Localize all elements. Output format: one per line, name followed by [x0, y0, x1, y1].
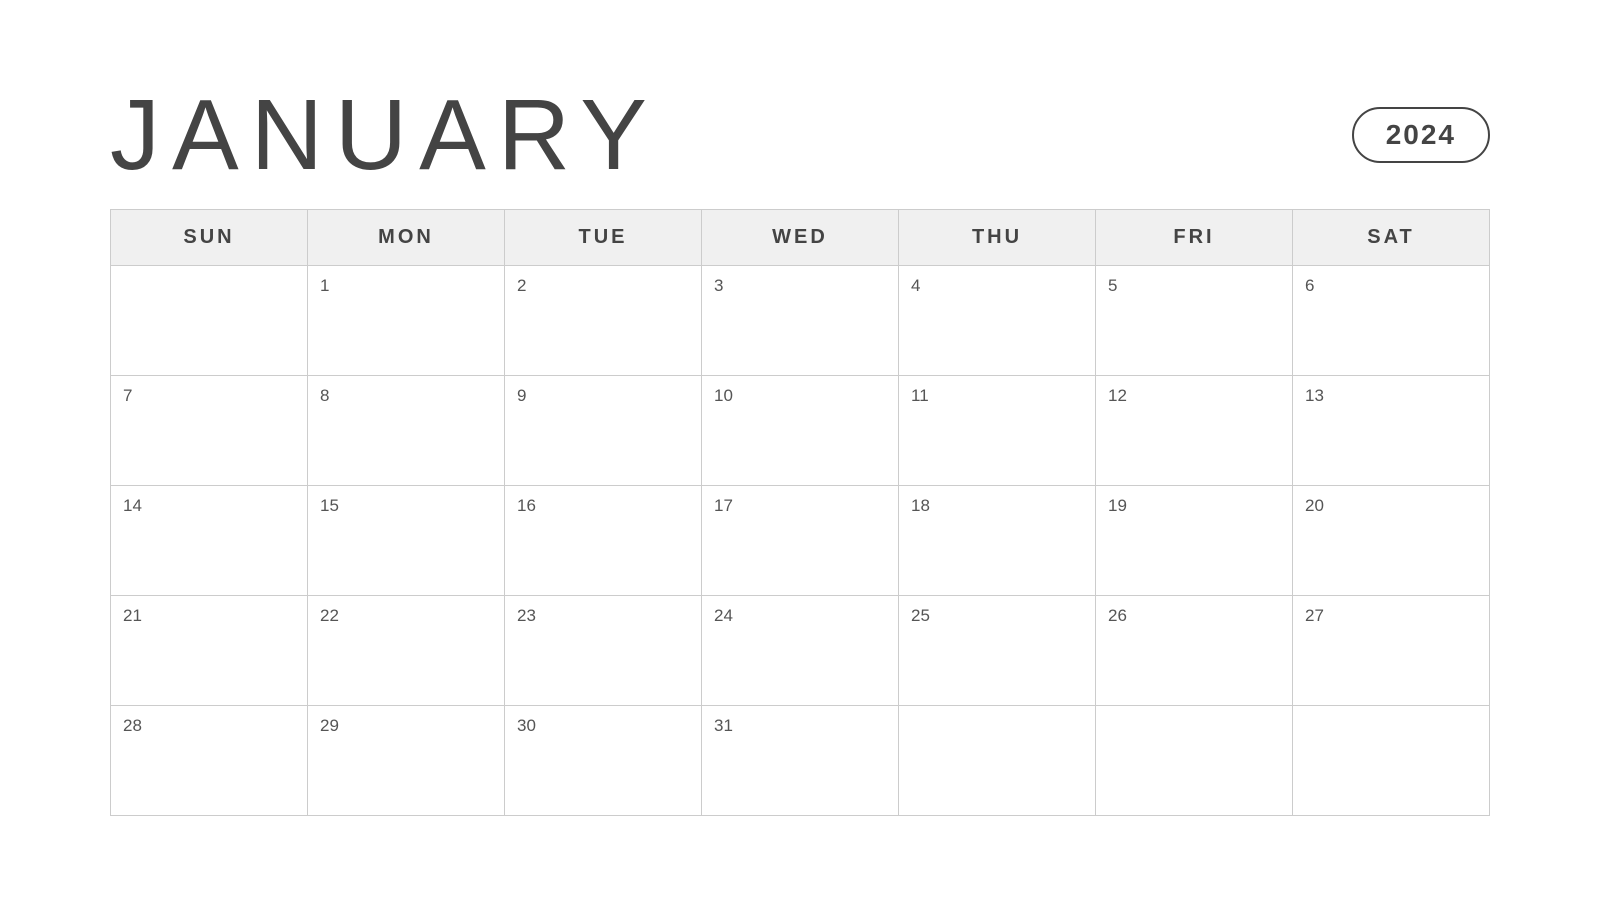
day-header-fri: FRI [1096, 210, 1293, 266]
day-number: 17 [714, 494, 733, 518]
day-header-sun: SUN [111, 210, 308, 266]
day-cell-14[interactable]: 14 [111, 486, 308, 596]
day-cell-19[interactable]: 19 [1096, 486, 1293, 596]
day-cell-15[interactable]: 15 [308, 486, 505, 596]
day-number: 24 [714, 604, 733, 628]
day-number: 3 [714, 274, 723, 298]
day-cell-7[interactable]: 7 [111, 376, 308, 486]
day-number: 2 [517, 274, 526, 298]
day-cell-23[interactable]: 23 [505, 596, 702, 706]
calendar-header: JANUARY 2024 [110, 85, 1490, 185]
day-number: 18 [911, 494, 930, 518]
day-number: 12 [1108, 384, 1127, 408]
day-number: 21 [123, 604, 142, 628]
day-cell-12[interactable]: 12 [1096, 376, 1293, 486]
day-number: 6 [1305, 274, 1314, 298]
day-cell-29[interactable]: 29 [308, 706, 505, 816]
day-cell-20[interactable]: 20 [1293, 486, 1490, 596]
day-cell-8[interactable]: 8 [308, 376, 505, 486]
day-header-mon: MON [308, 210, 505, 266]
day-cell-17[interactable]: 17 [702, 486, 899, 596]
day-number: 14 [123, 494, 142, 518]
day-cell-16[interactable]: 16 [505, 486, 702, 596]
day-cell-22[interactable]: 22 [308, 596, 505, 706]
day-cell-13[interactable]: 13 [1293, 376, 1490, 486]
day-cell-21[interactable]: 21 [111, 596, 308, 706]
day-cell-10[interactable]: 10 [702, 376, 899, 486]
day-number: 10 [714, 384, 733, 408]
day-cell-11[interactable]: 11 [899, 376, 1096, 486]
day-cell-30[interactable]: 30 [505, 706, 702, 816]
day-number: 9 [517, 384, 526, 408]
day-number: 15 [320, 494, 339, 518]
day-header-wed: WED [702, 210, 899, 266]
year-badge: 2024 [1352, 107, 1490, 163]
day-cell-25[interactable]: 25 [899, 596, 1096, 706]
day-number: 27 [1305, 604, 1324, 628]
day-cell-1[interactable]: 1 [308, 266, 505, 376]
day-number: 4 [911, 274, 920, 298]
day-number: 7 [123, 384, 132, 408]
day-cell-18[interactable]: 18 [899, 486, 1096, 596]
day-cell-empty [1293, 706, 1490, 816]
day-cell-3[interactable]: 3 [702, 266, 899, 376]
month-title: JANUARY [110, 85, 659, 185]
day-number: 25 [911, 604, 930, 628]
day-cell-6[interactable]: 6 [1293, 266, 1490, 376]
calendar-container: JANUARY 2024 SUNMONTUEWEDTHUFRISAT123456… [50, 45, 1550, 856]
day-number: 30 [517, 714, 536, 738]
day-cell-5[interactable]: 5 [1096, 266, 1293, 376]
day-number: 31 [714, 714, 733, 738]
day-cell-2[interactable]: 2 [505, 266, 702, 376]
day-cell-28[interactable]: 28 [111, 706, 308, 816]
day-number: 22 [320, 604, 339, 628]
day-number: 16 [517, 494, 536, 518]
day-number: 1 [320, 274, 329, 298]
day-number: 23 [517, 604, 536, 628]
day-number: 29 [320, 714, 339, 738]
calendar-grid: SUNMONTUEWEDTHUFRISAT1234567891011121314… [110, 209, 1490, 816]
day-cell-9[interactable]: 9 [505, 376, 702, 486]
day-cell-24[interactable]: 24 [702, 596, 899, 706]
day-cell-27[interactable]: 27 [1293, 596, 1490, 706]
day-number: 19 [1108, 494, 1127, 518]
day-number: 26 [1108, 604, 1127, 628]
day-number: 13 [1305, 384, 1324, 408]
day-cell-empty [1096, 706, 1293, 816]
day-cell-4[interactable]: 4 [899, 266, 1096, 376]
day-number: 28 [123, 714, 142, 738]
day-header-tue: TUE [505, 210, 702, 266]
day-number: 20 [1305, 494, 1324, 518]
day-cell-empty [899, 706, 1096, 816]
day-header-thu: THU [899, 210, 1096, 266]
day-cell-empty [111, 266, 308, 376]
day-number: 5 [1108, 274, 1117, 298]
day-header-sat: SAT [1293, 210, 1490, 266]
day-cell-26[interactable]: 26 [1096, 596, 1293, 706]
day-number: 11 [911, 384, 929, 408]
day-number: 8 [320, 384, 329, 408]
day-cell-31[interactable]: 31 [702, 706, 899, 816]
